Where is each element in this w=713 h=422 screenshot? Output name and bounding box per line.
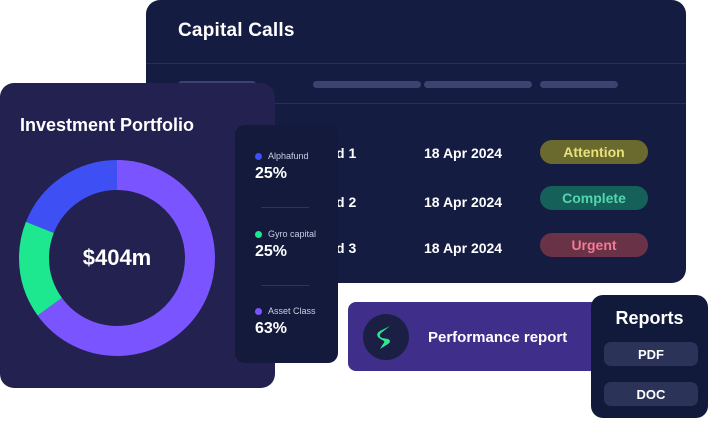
fund-name: d 2 [336,194,357,210]
legend-label: Asset Class [268,306,316,316]
call-date: 18 Apr 2024 [424,145,503,161]
doc-report-button[interactable]: DOC [604,382,698,406]
legend-value: 25% [255,165,288,182]
legend-dot [255,307,262,315]
reports-title: Reports [615,308,684,328]
logo-icon [363,314,409,360]
portfolio-title: Investment Portfolio [20,115,195,135]
legend-divider [261,285,309,286]
legend-dot [255,152,262,160]
legend-value: 25% [255,243,288,260]
legend-item-alphafund: Alphafund 25% [255,151,309,183]
fund-name: d 1 [336,145,357,161]
legend-label: Alphafund [268,151,309,161]
performance-report-label: Performance report [428,329,568,346]
reports-card: Reports PDF DOC [591,295,708,418]
legend-divider [261,207,309,208]
status-badge: Urgent [540,233,648,257]
call-date: 18 Apr 2024 [424,194,503,210]
legend-item-asset-class: Asset Class 63% [255,306,316,338]
column-header-placeholder [313,81,421,88]
capital-calls-title: Capital Calls [178,20,295,41]
legend-label: Gyro capital [268,229,317,239]
column-header-placeholder [540,81,618,88]
status-badge: Attention [540,140,648,164]
call-date: 18 Apr 2024 [424,240,503,256]
column-header-placeholder [424,81,532,88]
pdf-report-button[interactable]: PDF [604,342,698,366]
fund-name: d 3 [336,240,357,256]
legend-dot [255,230,262,238]
status-badge: Complete [540,186,648,210]
portfolio-total-value: $404m [82,245,152,270]
legend-value: 63% [255,320,288,337]
investment-portfolio-card: Investment Portfolio $404m [0,83,275,388]
header-divider [146,63,686,64]
portfolio-legend: Alphafund 25% Gyro capital 25% Asset Cla… [235,125,338,363]
legend-item-gyro-capital: Gyro capital 25% [255,229,316,261]
